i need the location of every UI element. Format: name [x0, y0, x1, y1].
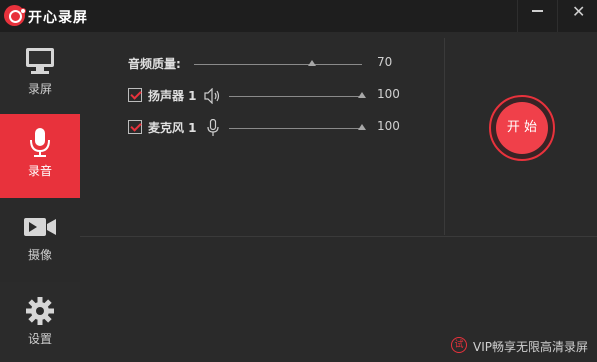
speaker-icon: [204, 87, 222, 105]
microphone-icon: [0, 128, 80, 158]
speaker-volume-slider-thumb[interactable]: [358, 92, 366, 98]
close-button[interactable]: ✕: [557, 0, 597, 32]
speaker-label: 扬声器 1: [148, 89, 197, 103]
app-logo-icon: [4, 5, 26, 26]
app-title: 开心录屏: [28, 10, 88, 26]
microphone-volume-slider-thumb[interactable]: [358, 124, 366, 130]
start-button[interactable]: 开 始: [496, 102, 548, 154]
microphone-volume-value: 100: [377, 119, 400, 133]
microphone-checkbox[interactable]: [128, 120, 142, 134]
panel-divider: [444, 38, 445, 235]
sidebar-item-label: 摄像: [27, 248, 52, 262]
audio-quality-value: 70: [377, 55, 393, 69]
speaker-volume-slider[interactable]: [229, 96, 362, 97]
audio-quality-row: 音频质量: 70: [128, 55, 428, 75]
speaker-volume-value: 100: [377, 87, 400, 101]
sidebar-item-label: 录音: [27, 164, 52, 178]
microphone-label: 麦克风 1: [148, 121, 197, 135]
sidebar: 录屏 录音 摄像 设置: [0, 32, 80, 362]
panel-divider: [80, 236, 597, 237]
minimize-button[interactable]: [517, 0, 557, 32]
close-icon: ✕: [572, 2, 586, 21]
sidebar-item-record[interactable]: 录屏: [0, 32, 80, 114]
microphone-volume-slider[interactable]: [229, 128, 362, 129]
start-button-ring: 开 始: [489, 95, 555, 161]
monitor-icon: [0, 46, 80, 76]
sidebar-item-camera[interactable]: 摄像: [0, 198, 80, 282]
sidebar-item-settings[interactable]: 设置: [0, 282, 80, 362]
vip-promo-text: VIP畅享无限高清录屏: [473, 340, 588, 354]
audio-quality-slider-thumb[interactable]: [307, 60, 316, 66]
audio-quality-label: 音频质量:: [128, 57, 181, 71]
trial-badge-icon: 试: [451, 337, 467, 353]
microphone-row: 麦克风 1 100: [128, 118, 428, 139]
sidebar-item-label: 录屏: [27, 82, 52, 96]
speaker-checkbox[interactable]: [128, 88, 142, 102]
camera-icon: [0, 212, 80, 242]
sidebar-item-audio[interactable]: 录音: [0, 114, 80, 198]
minimize-icon: [532, 10, 543, 12]
audio-quality-slider[interactable]: [194, 64, 362, 65]
gear-icon: [0, 296, 80, 326]
sidebar-item-label: 设置: [27, 332, 52, 346]
speaker-row: 扬声器 1 100: [128, 87, 428, 107]
title-bar: 开心录屏 ✕: [0, 0, 597, 32]
microphone-icon: [207, 118, 219, 137]
